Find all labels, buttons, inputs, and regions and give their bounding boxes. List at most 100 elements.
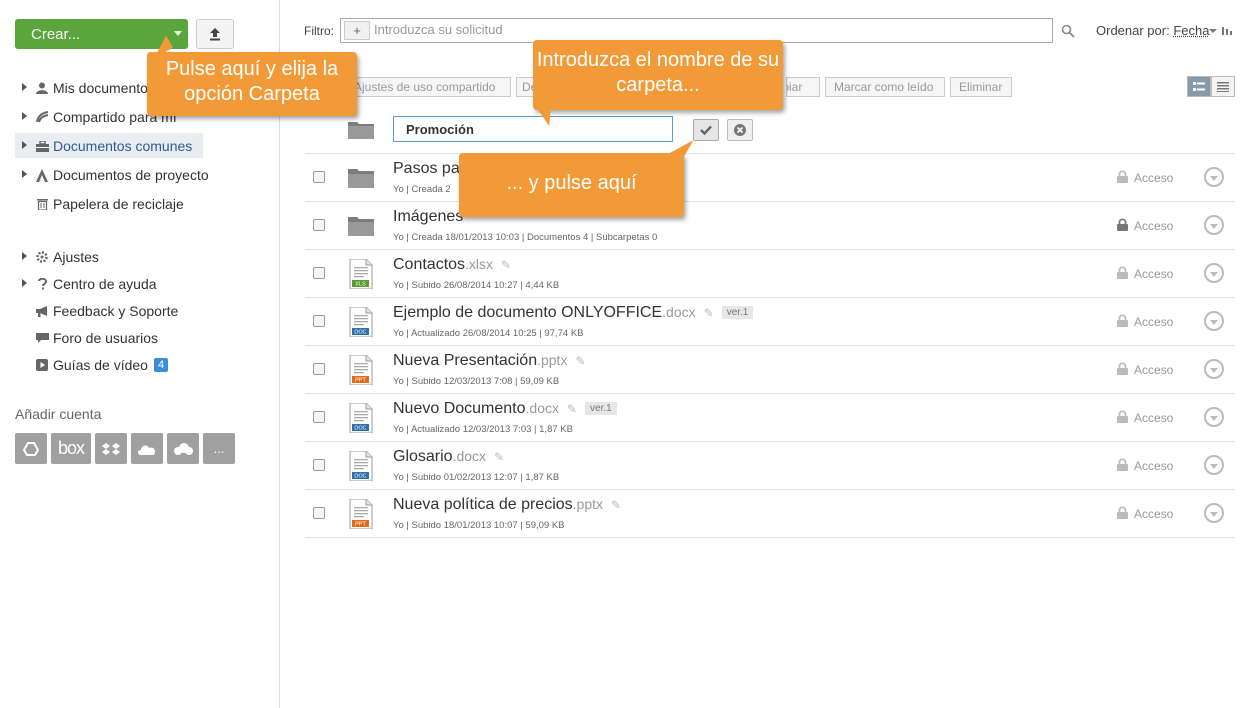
row-checkbox[interactable] (313, 507, 325, 519)
sidebar-item-documentos-de-proyecto[interactable]: Documentos de proyecto (15, 162, 265, 187)
sidebar-item-label: Papelera de reciclaje (53, 195, 184, 212)
row-checkbox[interactable] (313, 219, 325, 231)
edit-pencil-icon[interactable]: ✎ (575, 354, 585, 368)
sidebar-item-documentos-comunes[interactable]: Documentos comunes (15, 133, 203, 158)
add-filter-button[interactable]: + (344, 21, 370, 40)
file-name[interactable]: Contactos.xlsx ✎ (393, 256, 511, 274)
svg-text:PPT: PPT (355, 522, 366, 528)
box-icon[interactable]: box (51, 433, 91, 464)
row-menu-button[interactable] (1204, 455, 1224, 475)
access-button[interactable]: Acceso (1117, 506, 1173, 522)
sharing-settings-button[interactable]: Ajustes de uso compartido (345, 77, 511, 97)
file-title: Glosario (393, 448, 453, 465)
row-menu-button[interactable] (1204, 215, 1224, 235)
view-toggle (1187, 76, 1235, 97)
expand-arrow-icon[interactable] (22, 252, 27, 260)
row-checkbox[interactable] (313, 267, 325, 279)
folder-row[interactable]: Imágenes Yo | Creada 18/01/2013 10:03 | D… (305, 202, 1235, 250)
row-menu-button[interactable] (1204, 503, 1224, 523)
file-row[interactable]: DOC Nuevo Documento.docx ✎ ver.1 Yo | Actual… (305, 394, 1235, 442)
sidebar-item-ajustes[interactable]: Ajustes (15, 244, 265, 269)
list-detailed-view-button[interactable] (1187, 76, 1211, 97)
expand-arrow-icon[interactable] (22, 112, 27, 120)
expand-arrow-icon[interactable] (22, 141, 27, 149)
file-name[interactable]: Glosario.docx ✎ (393, 448, 504, 466)
file-name[interactable]: Nueva Presentación.pptx ✎ (393, 352, 586, 370)
list-compact-view-button[interactable] (1211, 76, 1235, 97)
row-checkbox[interactable] (313, 411, 325, 423)
folder-icon (348, 122, 374, 139)
callout-text: Pulse aquí y elija la opción Carpeta (165, 58, 339, 105)
file-title: Nueva Presentación (393, 352, 538, 369)
file-row[interactable]: PPT Nueva política de precios.pptx ✎ Yo | S… (305, 490, 1235, 538)
gear-icon (35, 250, 49, 264)
access-button[interactable]: Acceso (1117, 170, 1173, 186)
cancel-folder-button[interactable] (727, 119, 753, 141)
confirm-folder-button[interactable] (693, 119, 719, 141)
edit-pencil-icon[interactable]: ✎ (704, 306, 714, 320)
version-badge[interactable]: ver.1 (721, 306, 754, 320)
sort-control[interactable]: Ordenar por: Fecha (1096, 23, 1209, 38)
row-checkbox[interactable] (313, 459, 325, 471)
onedrive-icon[interactable] (131, 433, 163, 464)
file-extension: .pptx (572, 496, 604, 512)
row-checkbox[interactable] (313, 363, 325, 375)
row-checkbox[interactable] (313, 315, 325, 327)
file-row[interactable]: DOC Glosario.docx ✎ Yo | Subido 01/02/2013 … (305, 442, 1235, 490)
file-name[interactable]: Nuevo Documento.docx ✎ ver.1 (393, 400, 617, 418)
row-menu-button[interactable] (1204, 407, 1224, 427)
file-title: Imágenes (393, 208, 464, 225)
access-button[interactable]: Acceso (1117, 314, 1173, 330)
sidebar-item-feedback-y-soporte[interactable]: Feedback y Soporte (15, 298, 265, 323)
sort-dropdown-icon[interactable] (1209, 29, 1217, 33)
sidebar-item-foro-de-usuarios[interactable]: Foro de usuarios (15, 325, 265, 350)
row-menu-button[interactable] (1204, 359, 1224, 379)
new-folder-name-input[interactable] (393, 116, 673, 142)
expand-arrow-icon[interactable] (22, 279, 27, 287)
access-button[interactable]: Acceso (1117, 362, 1173, 378)
access-button[interactable]: Acceso (1117, 458, 1173, 474)
row-menu-button[interactable] (1204, 311, 1224, 331)
mark-read-button[interactable]: Marcar como leído (825, 77, 945, 97)
row-menu-button[interactable] (1204, 167, 1224, 187)
folder-row[interactable]: Pasos para Yo | Creada 2 Acceso (305, 154, 1235, 202)
edit-pencil-icon[interactable]: ✎ (494, 450, 504, 464)
version-badge[interactable]: ver.1 (585, 402, 617, 416)
file-meta: Yo | Creada 2 (393, 184, 451, 195)
sidebar-item-label: Ajustes (53, 248, 99, 265)
file-row[interactable]: XLS Contactos.xlsx ✎ Yo | Subido 26/08/2014… (305, 250, 1235, 298)
copy-button[interactable]: Copiar (786, 77, 820, 97)
file-name[interactable]: Ejemplo de documento ONLYOFFICE.docx ✎ ver… (393, 304, 754, 322)
file-row[interactable]: DOC Ejemplo de documento ONLYOFFICE.docx ✎… (305, 298, 1235, 346)
upload-button[interactable] (196, 19, 234, 49)
sidebar-item-papelera-de-reciclaje[interactable]: Papelera de reciclaje (15, 191, 265, 216)
file-name[interactable]: Imágenes (393, 208, 463, 226)
file-title: Contactos (393, 256, 466, 273)
delete-button[interactable]: Eliminar (950, 77, 1012, 97)
access-button[interactable]: Acceso (1117, 410, 1173, 426)
sort-value[interactable]: Fecha (1173, 23, 1209, 38)
sort-order-icon[interactable] (1222, 25, 1234, 35)
expand-arrow-icon[interactable] (22, 83, 27, 91)
sidebar-item-guías-de-vídeo[interactable]: Guías de vídeo 4 (15, 352, 265, 377)
file-row[interactable]: PPT Nueva Presentación.pptx ✎ Yo | Subido 1… (305, 346, 1235, 394)
row-checkbox[interactable] (313, 171, 325, 183)
search-icon[interactable] (1061, 24, 1075, 38)
edit-pencil-icon[interactable]: ✎ (611, 498, 621, 512)
expand-arrow-icon[interactable] (22, 170, 27, 178)
file-name[interactable]: Nueva política de precios.pptx ✎ (393, 496, 621, 514)
access-label: Acceso (1134, 315, 1174, 329)
lock-icon (1117, 314, 1128, 330)
dropbox-icon[interactable] (95, 433, 127, 464)
row-menu-button[interactable] (1204, 263, 1224, 283)
owncloud-icon[interactable] (167, 433, 199, 464)
edit-pencil-icon[interactable]: ✎ (501, 258, 511, 272)
google-drive-icon[interactable] (15, 433, 47, 464)
edit-pencil-icon[interactable]: ✎ (567, 402, 577, 416)
sidebar-item-centro-de-ayuda[interactable]: Centro de ayuda (15, 271, 265, 296)
access-button[interactable]: Acceso (1117, 266, 1173, 282)
upload-icon (210, 28, 220, 41)
doc-file-icon: DOC (348, 450, 374, 482)
more-accounts-button[interactable]: ... (203, 433, 235, 464)
access-button[interactable]: Acceso (1117, 218, 1173, 234)
